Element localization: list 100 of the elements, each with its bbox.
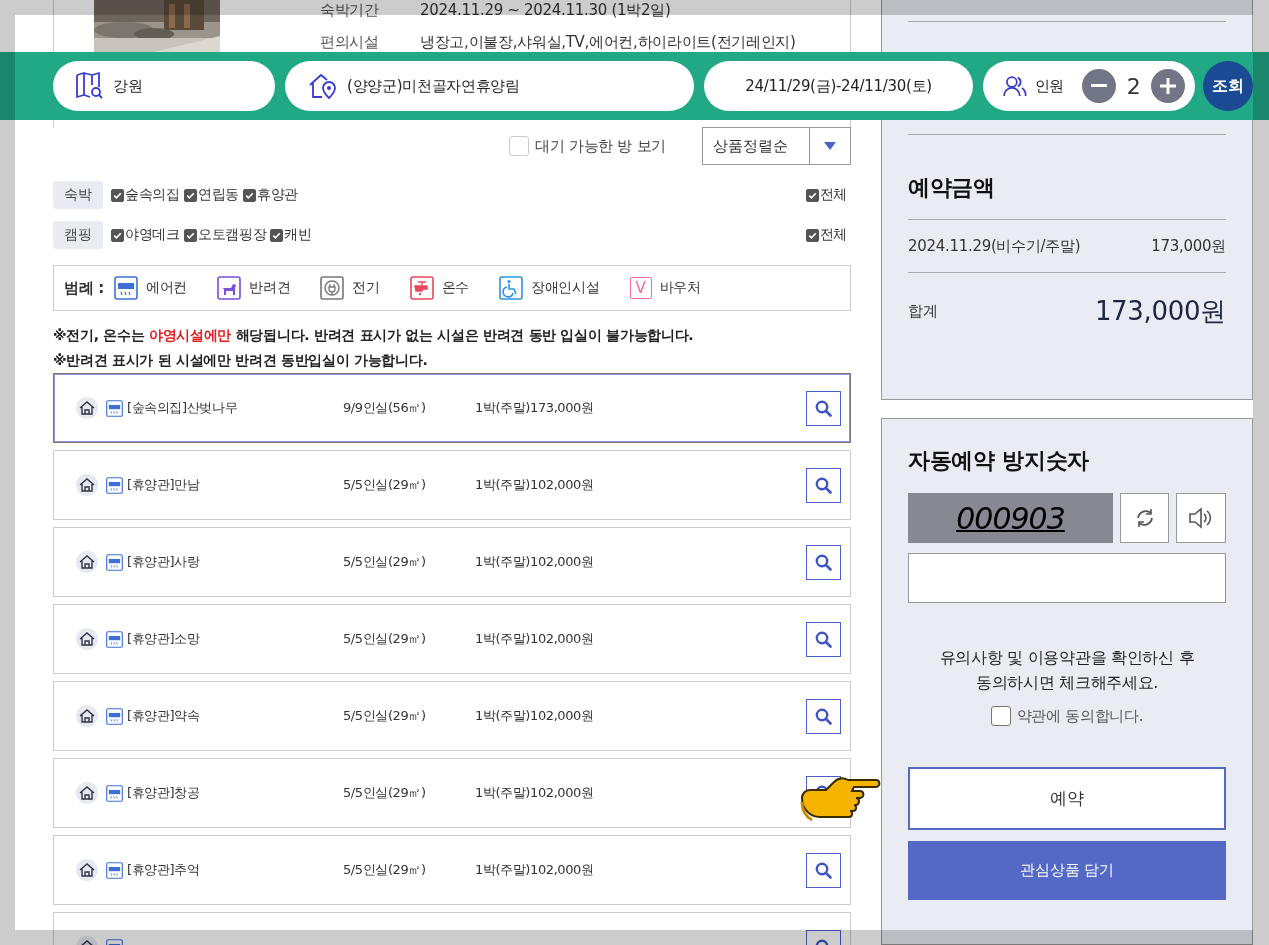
increase-button[interactable]: [1151, 69, 1185, 103]
house-pin-icon: [307, 72, 337, 100]
search-icon: [815, 553, 832, 571]
view-details-button[interactable]: [806, 852, 841, 888]
checkbox-label: 오토캠핑장: [197, 226, 267, 244]
search-button[interactable]: 조회: [1203, 61, 1253, 111]
price-amount: 173,000원: [1151, 236, 1226, 256]
checkbox-label: 연립동: [197, 186, 239, 204]
room-name: [휴양관]약속: [127, 707, 201, 725]
checkbox-label: 야영데크: [125, 226, 180, 244]
room-row[interactable]: [숲속의집]산벚나무 9/9인실(56㎡) 1박(주말)173,000원: [53, 373, 851, 443]
legend-label: 전기: [352, 279, 380, 297]
refresh-button[interactable]: [1119, 493, 1170, 543]
region-selector[interactable]: 강원: [53, 61, 275, 111]
house-icon: [76, 859, 98, 881]
dog-icon: [217, 276, 242, 300]
room-capacity: 5/5인실(29㎡): [343, 630, 427, 648]
legend-title: 범례 :: [64, 278, 105, 298]
room-row[interactable]: [휴양관]사랑 5/5인실(29㎡) 1박(주말)102,000원: [53, 527, 851, 597]
audio-button[interactable]: [1176, 493, 1226, 543]
checkbox-label: 대기 가능한 방 보기: [535, 136, 666, 156]
room-row[interactable]: [휴양관]소망 5/5인실(29㎡) 1박(주말)102,000원: [53, 604, 851, 674]
section-title: 예약금액: [908, 174, 996, 202]
room-capacity: 5/5인실(29㎡): [343, 476, 427, 494]
minus-icon: [1090, 84, 1107, 88]
view-details-button[interactable]: [806, 544, 841, 580]
legend-label: 바우처: [659, 279, 701, 297]
room-capacity: 5/5인실(29㎡): [343, 553, 427, 571]
voucher-icon: V: [629, 277, 652, 299]
view-details-button[interactable]: [806, 698, 841, 734]
info-value: 냉장고,이불장,샤워실,TV,에어컨,하이라이트(전기레인지): [420, 32, 796, 52]
site-selector[interactable]: (양양군)미천골자연휴양림: [285, 61, 694, 111]
room-name: [휴양관]창공: [127, 784, 201, 802]
people-icon: [1003, 75, 1027, 97]
legend-label: 에어컨: [146, 279, 188, 297]
plug-icon: [320, 276, 345, 300]
room-row[interactable]: [휴양관]약속 5/5인실(29㎡) 1박(주말)102,000원: [53, 681, 851, 751]
room-price: 1박(주말)102,000원: [475, 630, 595, 648]
people-label: 인원: [1034, 76, 1065, 96]
category-tag: 캠핑: [53, 221, 103, 249]
search-icon: [815, 476, 832, 494]
checkbox[interactable]: [111, 228, 124, 242]
people-count: 2: [1125, 73, 1142, 99]
room-name: [휴양관]사랑: [127, 553, 201, 571]
category-tag: 숙박: [53, 181, 103, 209]
search-icon: [815, 399, 832, 417]
room-price: 1박(주말)102,000원: [475, 707, 595, 725]
notice-text: ※전기, 온수는 야영시설에만 해당됩니다. 반려견 표시가 없는 시설은 반려견 동반 입실이 불가능합니다.: [53, 326, 695, 345]
room-row[interactable]: [휴양관]만남 5/5인실(29㎡) 1박(주말)102,000원: [53, 450, 851, 520]
view-details-button[interactable]: [806, 467, 841, 503]
checkbox[interactable]: [805, 188, 819, 202]
caret-icon: [824, 142, 836, 150]
sort-dropdown[interactable]: 상품정렬순: [702, 127, 851, 165]
view-details-button[interactable]: [806, 390, 841, 426]
decrease-button[interactable]: [1082, 69, 1116, 103]
checkbox-label: 캐빈: [284, 226, 312, 244]
checkbox[interactable]: [270, 228, 284, 242]
section-title: 자동예약 방지숫자: [908, 447, 1090, 475]
reserve-button[interactable]: 예약: [908, 767, 1226, 830]
room-price: 1박(주말)173,000원: [475, 399, 595, 417]
checkbox-label: 약관에 동의합니다.: [1016, 706, 1144, 726]
price-date: 2024.11.29(비수기/주말): [908, 236, 1081, 256]
room-capacity: 9/9인실(56㎡): [343, 399, 427, 417]
checkbox-label: 전체: [819, 226, 847, 244]
room-name: [휴양관]만남: [127, 476, 201, 494]
room-price: 1박(주말)102,000원: [475, 476, 595, 494]
checkbox-label: 휴양관: [256, 186, 299, 204]
checkbox-label: 전체: [819, 186, 847, 204]
info-value: 2024.11.29 ~ 2024.11.30 (1박2일): [420, 0, 671, 20]
date-selector[interactable]: 24/11/29(금)-24/11/30(토): [704, 61, 973, 111]
info-label: 편의시설: [320, 32, 380, 52]
room-row[interactable]: [휴양관]추억 5/5인실(29㎡) 1박(주말)102,000원: [53, 835, 851, 905]
room-price: 1박(주말)102,000원: [475, 553, 595, 571]
faucet-icon: [409, 276, 434, 300]
room-capacity: 5/5인실(29㎡): [343, 784, 427, 802]
checkbox[interactable]: [183, 228, 197, 242]
checkbox[interactable]: [183, 188, 197, 202]
air-conditioner-icon: [114, 276, 139, 300]
room-capacity: 5/5인실(29㎡): [343, 861, 427, 879]
view-details-button[interactable]: [806, 621, 841, 657]
house-icon: [76, 474, 98, 496]
wishlist-button[interactable]: 관심상품 담기: [908, 841, 1226, 900]
checkbox[interactable]: [805, 228, 819, 242]
search-icon: [815, 707, 832, 725]
room-row[interactable]: [휴양관]창공 5/5인실(29㎡) 1박(주말)102,000원: [53, 758, 851, 828]
house-icon: [76, 628, 98, 650]
search-icon: [815, 630, 832, 648]
wheelchair-icon: [499, 276, 524, 300]
legend-label: 장애인시설: [531, 279, 600, 297]
checkbox[interactable]: [242, 188, 256, 202]
search-icon: [815, 861, 832, 879]
room-name: [휴양관]추억: [127, 861, 201, 879]
room-price: 1박(주말)102,000원: [475, 784, 595, 802]
checkbox[interactable]: [990, 706, 1011, 726]
house-icon: [76, 782, 98, 804]
room-name: [휴양관]소망: [127, 630, 201, 648]
legend-label: 반려견: [249, 279, 291, 297]
house-icon: [76, 397, 98, 419]
checkbox[interactable]: [111, 188, 124, 202]
captcha-input[interactable]: [908, 553, 1226, 603]
